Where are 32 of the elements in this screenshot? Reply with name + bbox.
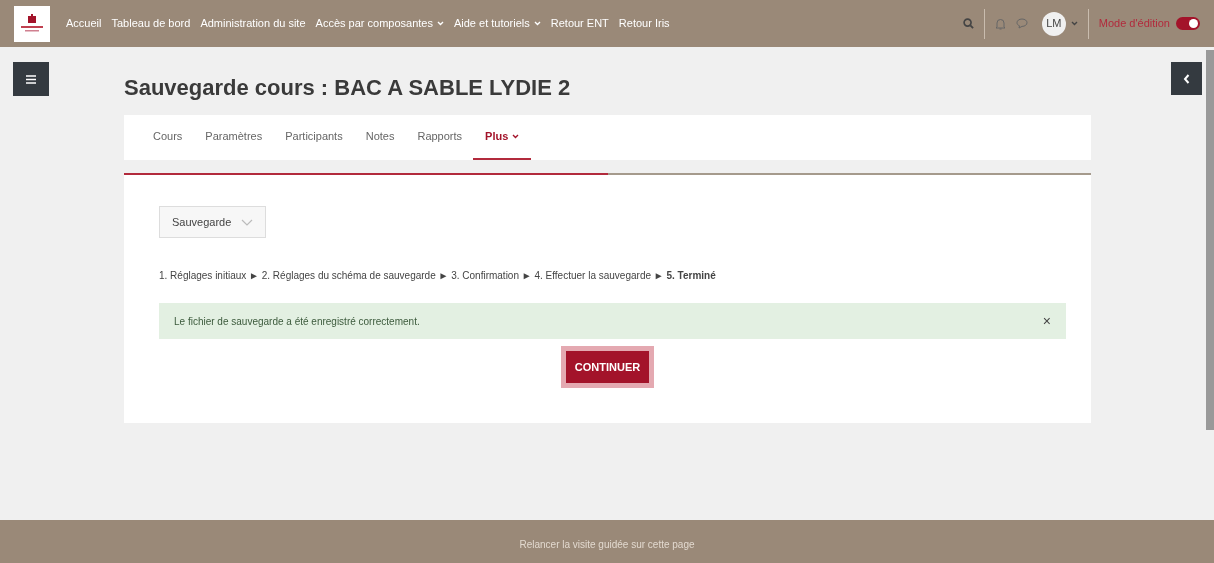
block-drawer-button[interactable] — [1171, 62, 1202, 95]
scrollbar[interactable] — [1206, 50, 1214, 430]
edit-mode-toggle[interactable] — [1176, 17, 1200, 30]
chevron-left-icon — [1183, 73, 1190, 84]
close-button[interactable]: × — [1042, 310, 1051, 332]
course-tab[interactable]: Participants — [285, 115, 343, 160]
bell-icon[interactable] — [994, 17, 1006, 30]
course-tab[interactable]: Notes — [365, 115, 395, 160]
backup-select[interactable]: Sauvegarde — [159, 206, 267, 238]
edit-mode-label: Mode d'édition — [1098, 16, 1170, 32]
nav-link[interactable]: Tableau de bord — [111, 15, 191, 32]
chat-icon[interactable] — [1015, 18, 1028, 29]
chevron-down-icon — [241, 218, 254, 226]
course-tab[interactable]: Rapports — [417, 115, 463, 160]
caret-icon[interactable] — [1070, 21, 1078, 26]
course-tab[interactable]: Plus — [473, 115, 532, 160]
nav-link[interactable]: Accès par composantes — [315, 15, 444, 32]
nav-link[interactable]: Administration du site — [200, 15, 306, 32]
university-logo-drawing[interactable] — [20, 13, 44, 34]
nav-link[interactable]: Retour Iris — [618, 15, 670, 32]
search-icon[interactable] — [962, 18, 974, 29]
menu-icon — [26, 74, 36, 84]
page-title: Sauvegarde cours : BAC A SABLE LYDIE 2 — [124, 74, 572, 102]
user-avatar[interactable]: LM — [1041, 11, 1066, 36]
drawer-toggle-button[interactable] — [13, 62, 49, 96]
alert-message: Le fichier de sauvegarde a été enregistré correctement. — [174, 314, 420, 329]
course-tab[interactable]: Paramètres — [205, 115, 263, 160]
course-tab[interactable]: Cours — [153, 115, 183, 160]
nav-link[interactable]: Aide et tutoriels — [453, 15, 541, 32]
backup-steps: 1. Réglages initiaux ► 2. Réglages du schéma de sauvegarde ► 3. Confirmation ► 4. Effectuer la sauvegarde ► 5. Terminé — [159, 268, 1056, 283]
nav-link[interactable]: Retour ENT — [550, 15, 609, 32]
nav-link[interactable]: Accueil — [66, 15, 102, 32]
